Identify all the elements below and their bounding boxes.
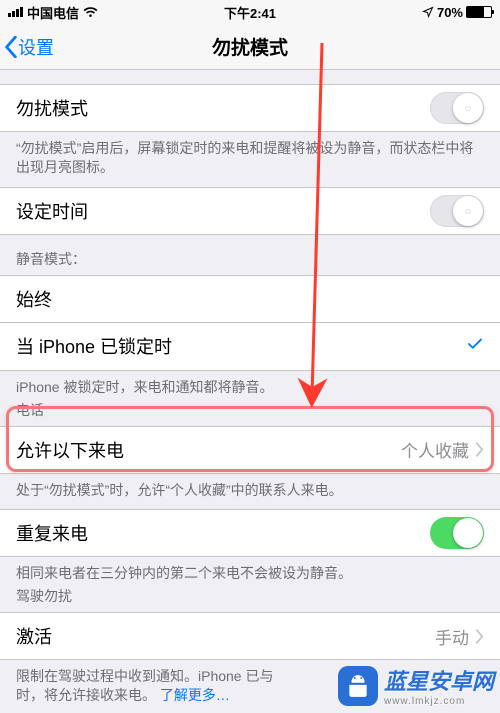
row-always[interactable]: 始终	[0, 275, 500, 323]
header-driving: 驾驶勿扰	[0, 585, 500, 612]
row-allow-calls-value: 个人收藏	[401, 437, 469, 462]
battery-icon	[466, 6, 492, 18]
row-repeat-calls-label: 重复来电	[16, 520, 430, 546]
chevron-right-icon	[475, 442, 484, 457]
toggle-dnd[interactable]	[430, 92, 484, 124]
checkmark-icon	[466, 335, 484, 358]
row-schedule-label: 设定时间	[16, 198, 430, 224]
footer-repeat: 相同来电者在三分钟内的第二个来电不会被设为静音。	[0, 557, 500, 585]
status-bar: 中国电信 下午2:41 70%	[0, 0, 500, 24]
location-icon	[422, 6, 434, 18]
row-allow-calls-label: 允许以下来电	[16, 437, 401, 463]
row-dnd-label: 勿扰模式	[16, 95, 430, 121]
row-repeat-calls[interactable]: 重复来电	[0, 509, 500, 557]
nav-bar: 设置 勿扰模式	[0, 24, 500, 70]
watermark-url: www.lmkjz.com	[384, 696, 494, 707]
row-always-label: 始终	[16, 286, 484, 312]
row-activate-label: 激活	[16, 623, 435, 649]
watermark-text: 蓝星安卓网	[384, 669, 494, 694]
footer-dnd: “勿扰模式”启用后，屏幕锁定时的来电和提醒将被设为静音，而状态栏中将出现月亮图标…	[0, 132, 500, 187]
row-allow-calls[interactable]: 允许以下来电 个人收藏	[0, 426, 500, 474]
row-when-locked-label: 当 iPhone 已锁定时	[16, 333, 466, 359]
footer-locked: iPhone 被锁定时，来电和通知都将静音。	[0, 371, 500, 399]
learn-more-link[interactable]: 了解更多…	[160, 687, 230, 703]
row-when-locked[interactable]: 当 iPhone 已锁定时	[0, 323, 500, 371]
toggle-schedule[interactable]	[430, 195, 484, 227]
signal-icon	[8, 7, 23, 17]
chevron-right-icon	[475, 629, 484, 644]
page-title: 勿扰模式	[0, 33, 500, 60]
header-silence: 静音模式：	[0, 235, 500, 275]
row-activate[interactable]: 激活 手动	[0, 612, 500, 660]
footer-allow: 处于“勿扰模式”时，允许“个人收藏”中的联系人来电。	[0, 474, 500, 510]
watermark: 蓝星安卓网 www.lmkjz.com	[338, 664, 494, 707]
battery-pct: 70%	[437, 5, 463, 20]
row-schedule[interactable]: 设定时间	[0, 187, 500, 235]
watermark-logo-icon	[338, 666, 378, 706]
row-activate-value: 手动	[435, 624, 469, 649]
status-time: 下午2:41	[224, 3, 276, 22]
wifi-icon	[83, 6, 98, 18]
row-dnd[interactable]: 勿扰模式	[0, 84, 500, 132]
header-phone: 电话	[0, 399, 500, 426]
toggle-repeat-calls[interactable]	[430, 517, 484, 549]
carrier-label: 中国电信	[27, 3, 79, 22]
